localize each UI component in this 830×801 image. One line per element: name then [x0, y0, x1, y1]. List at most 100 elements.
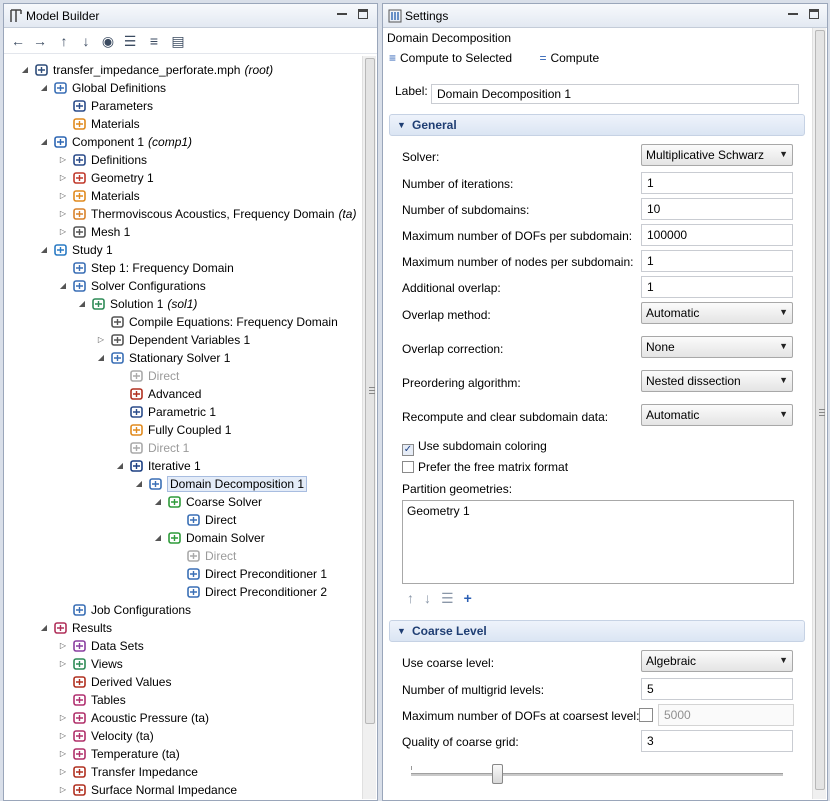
expanded-toggle-icon[interactable]: ◢	[39, 79, 49, 97]
tree-node[interactable]: Direct	[186, 511, 236, 529]
solver-select[interactable]: Multiplicative Schwarz ▼	[641, 144, 793, 166]
expand-all-icon[interactable]: ≡	[145, 32, 163, 50]
expanded-toggle-icon[interactable]: ◢	[58, 277, 68, 295]
collapsed-toggle-icon[interactable]: ▷	[58, 763, 68, 781]
use-coloring-checkbox[interactable]: ✓ Use subdomain coloring	[402, 439, 547, 456]
tree-scrollbar-thumb[interactable]	[365, 58, 375, 724]
list-item[interactable]: Geometry 1	[407, 504, 789, 518]
use-coarse-select[interactable]: Algebraic ▼	[641, 650, 793, 672]
max-dofs-coarse-checkbox[interactable]	[639, 708, 653, 722]
tree-node[interactable]: ◢ Study 1	[41, 241, 113, 259]
tree-node[interactable]: Job Configurations	[72, 601, 191, 619]
collapsed-toggle-icon[interactable]: ▷	[58, 709, 68, 727]
collapsed-toggle-icon[interactable]: ▷	[58, 637, 68, 655]
overlap-method-select[interactable]: Automatic ▼	[641, 302, 793, 324]
preordering-select[interactable]: Nested dissection ▼	[641, 370, 793, 392]
expanded-toggle-icon[interactable]: ◢	[39, 619, 49, 637]
max-dofs-input[interactable]: 100000	[641, 224, 793, 246]
multigrid-levels-input[interactable]: 5	[641, 678, 793, 700]
tree-node[interactable]: ◢ Global Definitions	[41, 79, 166, 97]
collapsed-toggle-icon[interactable]: ▷	[58, 187, 68, 205]
overlap-input[interactable]: 1	[641, 276, 793, 298]
tree-node[interactable]: Tables	[72, 691, 126, 709]
move-up-icon[interactable]: ↑	[407, 590, 414, 606]
move-down-icon[interactable]: ↓	[424, 590, 431, 606]
collapsed-toggle-icon[interactable]: ▷	[58, 727, 68, 745]
tree-node[interactable]: ◢ Stationary Solver 1	[98, 349, 230, 367]
back-arrow-icon[interactable]: ←	[9, 32, 27, 50]
tree-node[interactable]: ▷ Definitions	[60, 151, 147, 169]
collapsed-toggle-icon[interactable]: ▷	[58, 205, 68, 223]
tree-node[interactable]: ▷ Transfer Impedance	[60, 763, 198, 781]
minimize-button[interactable]	[337, 13, 347, 15]
expanded-toggle-icon[interactable]: ◢	[115, 457, 125, 475]
collapse-all-icon[interactable]: ☰	[121, 32, 139, 50]
collapsed-toggle-icon[interactable]: ▷	[58, 223, 68, 241]
tree-scrollbar[interactable]	[362, 56, 376, 799]
tree-node[interactable]: Materials	[72, 115, 140, 133]
tree-node[interactable]: Fully Coupled 1	[129, 421, 231, 439]
tree-node[interactable]: Step 1: Frequency Domain	[72, 259, 234, 277]
show-icon[interactable]: ◉	[99, 32, 117, 50]
tree-node[interactable]: Compile Equations: Frequency Domain	[110, 313, 338, 331]
tree-node[interactable]: ▷ Thermoviscous Acoustics, Frequency Doma…	[60, 205, 357, 223]
move-down-icon[interactable]: ↓	[77, 32, 95, 50]
tree-node[interactable]: ◢ Domain Solver	[155, 529, 265, 547]
expanded-toggle-icon[interactable]: ◢	[153, 493, 163, 511]
tree-node[interactable]: Direct Preconditioner 2	[186, 583, 327, 601]
tree-node[interactable]: ▷ Geometry 1	[60, 169, 154, 187]
tree-options-icon[interactable]: ▤	[169, 32, 187, 50]
compute-button[interactable]: = Compute	[539, 51, 611, 65]
tree-node[interactable]: ▷ Mesh 1	[60, 223, 130, 241]
expanded-toggle-icon[interactable]: ◢	[77, 295, 87, 313]
move-up-icon[interactable]: ↑	[55, 32, 73, 50]
forward-arrow-icon[interactable]: →	[31, 32, 49, 50]
subdomains-input[interactable]: 10	[641, 198, 793, 220]
expanded-toggle-icon[interactable]: ◢	[134, 475, 144, 493]
tree-node[interactable]: Direct Preconditioner 1	[186, 565, 327, 583]
tree-node[interactable]: ▷ Dependent Variables 1	[98, 331, 250, 349]
tree-node[interactable]: Parameters	[72, 97, 153, 115]
expanded-toggle-icon[interactable]: ◢	[96, 349, 106, 367]
expanded-toggle-icon[interactable]: ◢	[153, 529, 163, 547]
overlap-correction-select[interactable]: None ▼	[641, 336, 793, 358]
tree-node[interactable]: ◢ Domain Decomposition 1	[136, 475, 308, 493]
max-dofs-coarse-input[interactable]: 5000	[658, 704, 794, 726]
settings-scrollbar-thumb[interactable]	[815, 30, 825, 790]
tree-node[interactable]: Direct	[129, 367, 179, 385]
tree-node[interactable]: ◢ Results	[41, 619, 112, 637]
quality-slider-track[interactable]	[411, 773, 783, 776]
maximize-button[interactable]	[358, 9, 368, 19]
tree-node[interactable]: ◢ Solution 1 (sol1)	[79, 295, 197, 313]
collapsed-toggle-icon[interactable]: ▷	[96, 331, 106, 349]
tree-node[interactable]: Derived Values	[72, 673, 171, 691]
compute-to-selected-button[interactable]: ≡ Compute to Selected	[389, 51, 524, 65]
quality-slider-thumb[interactable]	[492, 764, 503, 784]
tree-node[interactable]: ▷ Views	[60, 655, 123, 673]
tree-node[interactable]: ◢ Coarse Solver	[155, 493, 262, 511]
tree-node[interactable]: Direct 1	[129, 439, 189, 457]
tree-node[interactable]: ▷ Temperature (ta)	[60, 745, 180, 763]
add-icon[interactable]: +	[464, 590, 472, 606]
free-matrix-checkbox[interactable]: Prefer the free matrix format	[402, 460, 568, 474]
max-nodes-input[interactable]: 1	[641, 250, 793, 272]
collapsed-toggle-icon[interactable]: ▷	[58, 169, 68, 187]
expanded-toggle-icon[interactable]: ◢	[20, 61, 30, 79]
collapsed-toggle-icon[interactable]: ▷	[58, 745, 68, 763]
expanded-toggle-icon[interactable]: ◢	[39, 133, 49, 151]
tree-node[interactable]: ▷ Data Sets	[60, 637, 144, 655]
collapsed-toggle-icon[interactable]: ▷	[58, 151, 68, 169]
coarse-level-section-header[interactable]: ▼ Coarse Level	[389, 620, 805, 642]
tree-node[interactable]: ▷ Surface Normal Impedance	[60, 781, 237, 799]
tree-node[interactable]: ▷ Materials	[60, 187, 140, 205]
recompute-select[interactable]: Automatic ▼	[641, 404, 793, 426]
tree-node[interactable]: Parametric 1	[129, 403, 216, 421]
settings-maximize-button[interactable]	[809, 9, 819, 19]
tree-node[interactable]: ▷ Velocity (ta)	[60, 727, 154, 745]
tree-node[interactable]: ◢ Iterative 1	[117, 457, 201, 475]
tree-node[interactable]: Direct	[186, 547, 236, 565]
tree-node[interactable]: ◢ Solver Configurations	[60, 277, 206, 295]
settings-minimize-button[interactable]	[788, 13, 798, 15]
tree-node[interactable]: Advanced	[129, 385, 201, 403]
iterations-input[interactable]: 1	[641, 172, 793, 194]
